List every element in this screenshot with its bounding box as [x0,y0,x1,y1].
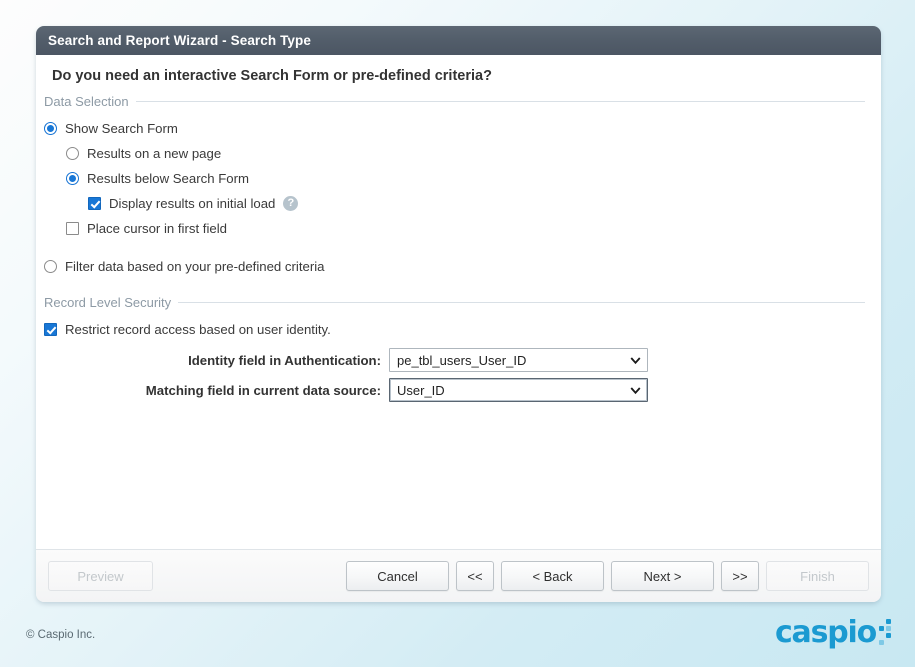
page-footer: © Caspio Inc. caspio [0,602,915,667]
last-page-button[interactable]: >> [721,561,759,591]
section-heading-label: Data Selection [44,94,129,109]
matching-field-select[interactable]: User_ID [389,378,648,402]
matching-field-label: Matching field in current data source: [44,383,389,398]
chevron-down-icon-2 [630,385,641,396]
dialog-titlebar: Search and Report Wizard - Search Type [36,26,881,55]
radio-show-search-form[interactable]: Show Search Form [44,116,865,141]
checkbox-display-on-initial-load-label: Display results on initial load [109,196,275,211]
section-data-selection-header: Data Selection [44,94,865,109]
caspio-logo-dots-icon [879,619,891,645]
page-title: Do you need an interactive Search Form o… [52,68,865,84]
radio-results-below-form-label: Results below Search Form [87,171,249,186]
identity-field-select[interactable]: pe_tbl_users_User_ID [389,348,648,372]
dialog-title: Search and Report Wizard - Search Type [48,33,311,48]
checkbox-place-cursor-first-field-label: Place cursor in first field [87,221,227,236]
radio-show-search-form-icon[interactable] [44,122,57,135]
dialog-body: Do you need an interactive Search Form o… [36,55,881,549]
checkbox-display-on-initial-load-icon[interactable] [88,197,101,210]
next-button[interactable]: Next > [611,561,714,591]
back-button[interactable]: < Back [501,561,604,591]
field-row-identity: Identity field in Authentication: pe_tbl… [44,348,865,372]
matching-field-value: User_ID [397,383,445,398]
radio-filter-predefined-label: Filter data based on your pre-defined cr… [65,259,325,274]
radio-results-below-form-icon[interactable] [66,172,79,185]
cancel-button[interactable]: Cancel [346,561,449,591]
radio-filter-predefined[interactable]: Filter data based on your pre-defined cr… [44,254,865,279]
section-divider-line-2 [178,302,865,303]
identity-field-label: Identity field in Authentication: [44,353,389,368]
checkbox-display-on-initial-load[interactable]: Display results on initial load ? [88,191,865,216]
radio-show-search-form-label: Show Search Form [65,121,178,136]
chevron-down-icon [630,355,641,366]
radio-results-new-page-label: Results on a new page [87,146,221,161]
checkbox-restrict-record-access-icon[interactable] [44,323,57,336]
section-heading-label-2: Record Level Security [44,295,171,310]
radio-results-below-form[interactable]: Results below Search Form [66,166,865,191]
dialog-content: Do you need an interactive Search Form o… [36,68,881,402]
first-page-button[interactable]: << [456,561,494,591]
help-icon[interactable]: ? [283,196,298,211]
checkbox-place-cursor-first-field[interactable]: Place cursor in first field [66,216,865,241]
identity-field-value: pe_tbl_users_User_ID [397,353,526,368]
copyright-text: © Caspio Inc. [26,629,95,641]
caspio-logo-text: caspio [775,618,876,648]
radio-filter-predefined-icon[interactable] [44,260,57,273]
radio-results-new-page[interactable]: Results on a new page [66,141,865,166]
wizard-dialog: Search and Report Wizard - Search Type D… [36,26,881,602]
radio-results-new-page-icon[interactable] [66,147,79,160]
spacer-block-2 [44,279,865,295]
preview-button[interactable]: Preview [48,561,153,591]
field-row-matching: Matching field in current data source: U… [44,378,865,402]
spacer-block [44,241,865,254]
section-record-level-security-header: Record Level Security [44,295,865,310]
dialog-button-bar: Preview Cancel << < Back Next > >> Finis… [36,550,881,602]
finish-button[interactable]: Finish [766,561,869,591]
section-divider-line [136,101,865,102]
checkbox-restrict-record-access-label: Restrict record access based on user ide… [65,322,331,337]
caspio-logo: caspio [775,618,891,648]
checkbox-place-cursor-first-field-icon[interactable] [66,222,79,235]
checkbox-restrict-record-access[interactable]: Restrict record access based on user ide… [44,317,865,342]
